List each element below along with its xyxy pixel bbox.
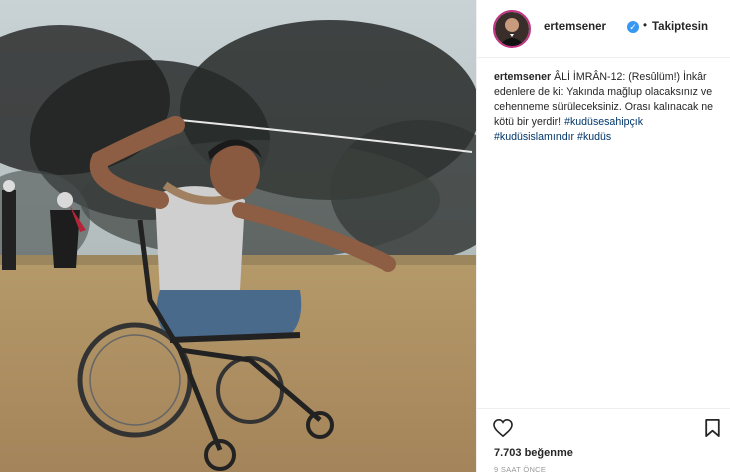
- heart-icon[interactable]: [493, 418, 513, 442]
- post-actions: 7.703 beğenme 9 SAAT ÖNCE: [477, 408, 730, 474]
- avatar[interactable]: [493, 10, 531, 48]
- verified-badge-icon: ✓: [627, 21, 639, 33]
- caption-username[interactable]: ertemsener: [494, 71, 551, 83]
- follow-status-button[interactable]: Takiptesin: [652, 21, 708, 33]
- post-header: ertemsener ✓ • Takiptesin: [477, 0, 730, 58]
- username-link[interactable]: ertemsener: [544, 21, 606, 33]
- hashtag-link[interactable]: #kudüsesahipçık: [564, 116, 643, 128]
- post-image: [0, 0, 476, 472]
- post-timestamp: 9 SAAT ÖNCE: [494, 465, 547, 474]
- bookmark-icon[interactable]: [705, 419, 720, 442]
- post-sidebar: ertemsener ✓ • Takiptesin ertemsener ÂLİ…: [476, 0, 730, 474]
- separator-dot: •: [643, 20, 648, 32]
- hashtag-link[interactable]: #kudüs: [577, 131, 611, 143]
- like-count[interactable]: 7.703 beğenme: [494, 447, 573, 459]
- post-caption: ertemsener ÂLİ İMRÂN-12: (Resûlüm!) İnkâ…: [494, 70, 722, 145]
- avatar-image: [495, 12, 529, 46]
- post-photo[interactable]: [0, 0, 476, 472]
- instagram-post: ertemsener ✓ • Takiptesin ertemsener ÂLİ…: [0, 0, 730, 474]
- hashtag-link[interactable]: #kudüsislamındır: [494, 131, 574, 143]
